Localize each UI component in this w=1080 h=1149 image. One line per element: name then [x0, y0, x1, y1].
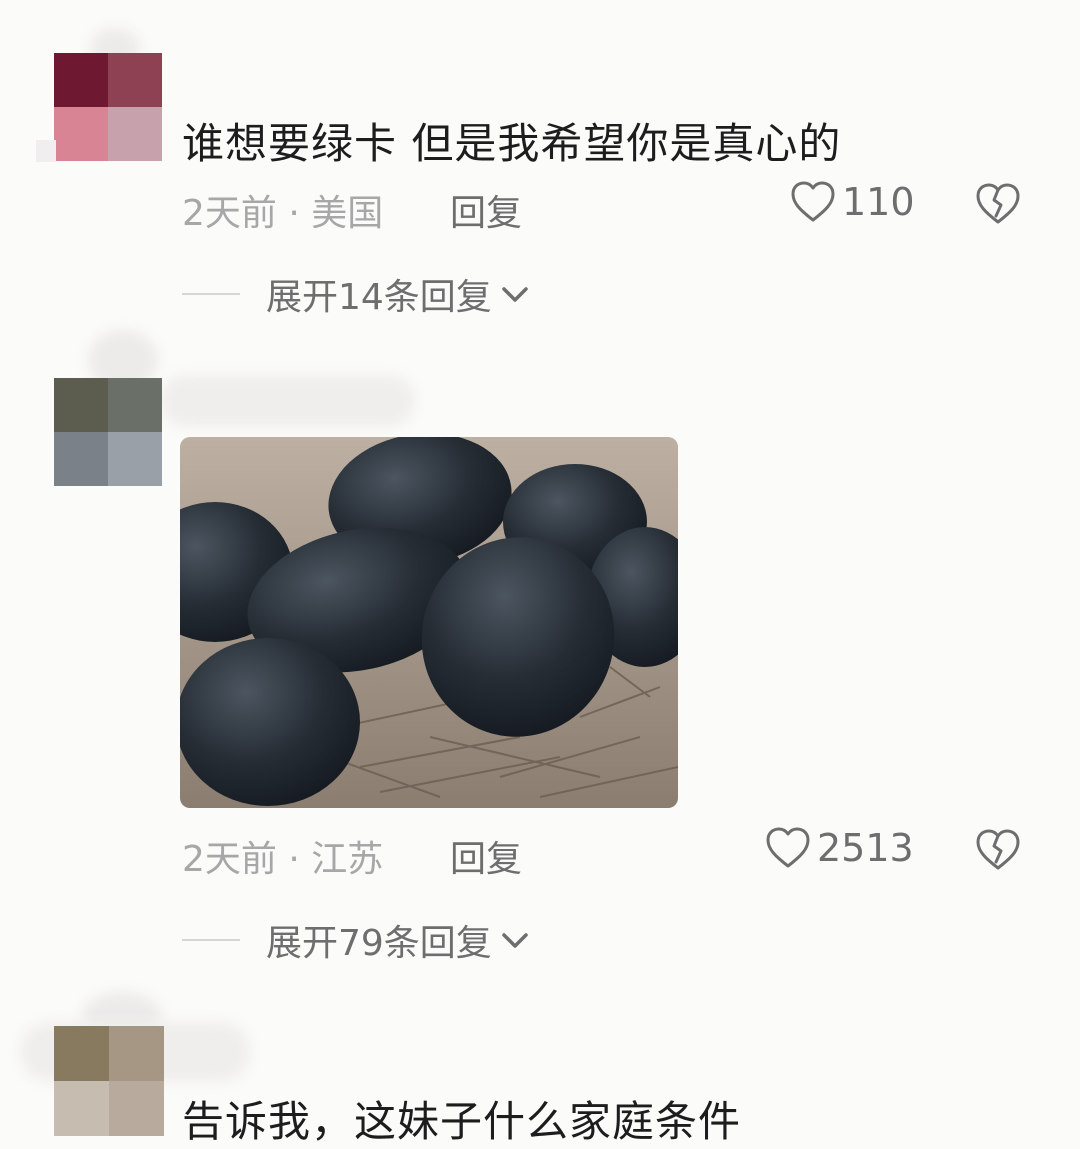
comment-text: 告诉我，这妹子什么家庭条件 [182, 1097, 742, 1146]
avatar[interactable] [54, 53, 162, 161]
comment-meta: 2天前 · 江苏 [182, 839, 384, 880]
like-button[interactable]: 2513 [765, 826, 914, 870]
comment-image[interactable] [180, 437, 678, 808]
like-count: 2513 [817, 826, 914, 870]
broken-heart-icon [976, 183, 1020, 224]
like-button[interactable]: 110 [790, 180, 915, 224]
divider-line [182, 939, 240, 941]
divider-line [182, 293, 240, 295]
reply-button[interactable]: 回复 [450, 830, 522, 882]
reply-button[interactable]: 回复 [450, 184, 522, 236]
avatar[interactable] [54, 378, 162, 486]
dislike-button[interactable] [975, 182, 1021, 230]
comment-text: 谁想要绿卡 但是我希望你是真心的 [182, 119, 842, 168]
expand-replies-label: 展开14条回复 [266, 277, 492, 318]
broken-heart-icon [976, 829, 1020, 870]
chevron-down-icon [502, 287, 528, 302]
redaction-blur [36, 140, 56, 162]
like-count: 110 [842, 180, 915, 224]
black-eggs-photo [180, 437, 678, 808]
redaction-blur [160, 375, 415, 427]
expand-replies[interactable]: 展开79条回复 [182, 914, 530, 966]
expand-replies-label: 展开79条回复 [266, 923, 492, 964]
dislike-button[interactable] [975, 828, 1021, 876]
heart-outline-icon [791, 181, 835, 222]
comment-meta: 2天前 · 美国 [182, 193, 384, 234]
expand-replies[interactable]: 展开14条回复 [182, 268, 530, 320]
avatar[interactable] [54, 1026, 164, 1136]
heart-outline-icon [766, 827, 810, 868]
chevron-down-icon [502, 933, 528, 948]
